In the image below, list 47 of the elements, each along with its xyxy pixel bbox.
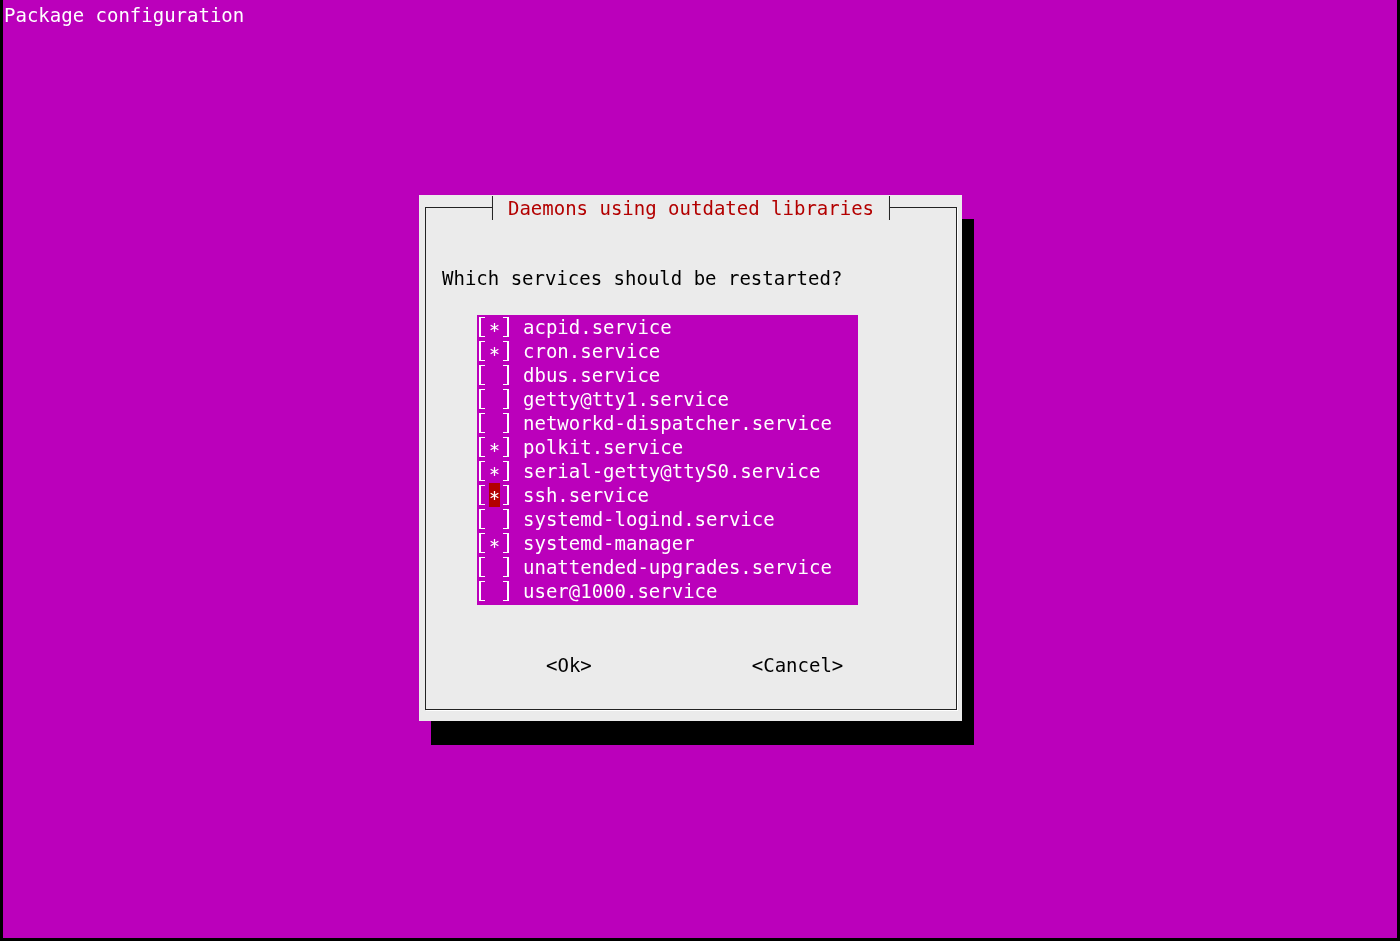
asterisk-icon [489, 490, 499, 500]
asterisk-icon [489, 538, 499, 548]
service-option[interactable]: ssh.service [477, 483, 858, 507]
checkbox[interactable] [479, 533, 509, 553]
service-label: user@1000.service [523, 580, 718, 602]
prompt-text: Which services should be restarted? [442, 266, 843, 290]
asterisk-icon [489, 466, 499, 476]
ok-button[interactable]: <Ok> [546, 653, 592, 677]
service-label: cron.service [523, 340, 661, 362]
service-option[interactable]: networkd-dispatcher.service [477, 411, 858, 435]
service-option[interactable]: user@1000.service [477, 579, 858, 603]
service-label: acpid.service [523, 316, 672, 338]
checkbox[interactable] [479, 413, 509, 433]
dialog-title: Daemons using outdated libraries [492, 196, 890, 220]
checkbox[interactable] [479, 557, 509, 577]
service-option[interactable]: serial-getty@ttyS0.service [477, 459, 858, 483]
service-option[interactable]: unattended-upgrades.service [477, 555, 858, 579]
service-label: dbus.service [523, 364, 661, 386]
checkbox[interactable] [479, 317, 509, 337]
checkbox[interactable] [479, 485, 509, 505]
service-label: systemd-logind.service [523, 508, 775, 530]
service-option[interactable]: cron.service [477, 339, 858, 363]
checkbox[interactable] [479, 437, 509, 457]
asterisk-icon [489, 346, 499, 356]
service-label: systemd-manager [523, 532, 695, 554]
service-label: getty@tty1.service [523, 388, 729, 410]
checkbox[interactable] [479, 461, 509, 481]
asterisk-icon [489, 442, 499, 452]
checkbox[interactable] [479, 341, 509, 361]
service-option[interactable]: systemd-logind.service [477, 507, 858, 531]
service-label: serial-getty@ttyS0.service [523, 460, 821, 482]
service-option[interactable]: dbus.service [477, 363, 858, 387]
checkbox[interactable] [479, 509, 509, 529]
service-label: networkd-dispatcher.service [523, 412, 832, 434]
service-option[interactable]: systemd-manager [477, 531, 858, 555]
screen-title: Package configuration [3, 3, 245, 27]
service-label: polkit.service [523, 436, 684, 458]
cancel-button[interactable]: <Cancel> [751, 653, 844, 677]
asterisk-icon [489, 322, 499, 332]
service-option[interactable]: getty@tty1.service [477, 387, 858, 411]
checkbox[interactable] [479, 389, 509, 409]
checkbox[interactable] [479, 365, 509, 385]
service-option[interactable]: polkit.service [477, 435, 858, 459]
checkbox[interactable] [479, 581, 509, 601]
service-option[interactable]: acpid.service [477, 315, 858, 339]
service-label: ssh.service [523, 484, 649, 506]
service-label: unattended-upgrades.service [523, 556, 832, 578]
